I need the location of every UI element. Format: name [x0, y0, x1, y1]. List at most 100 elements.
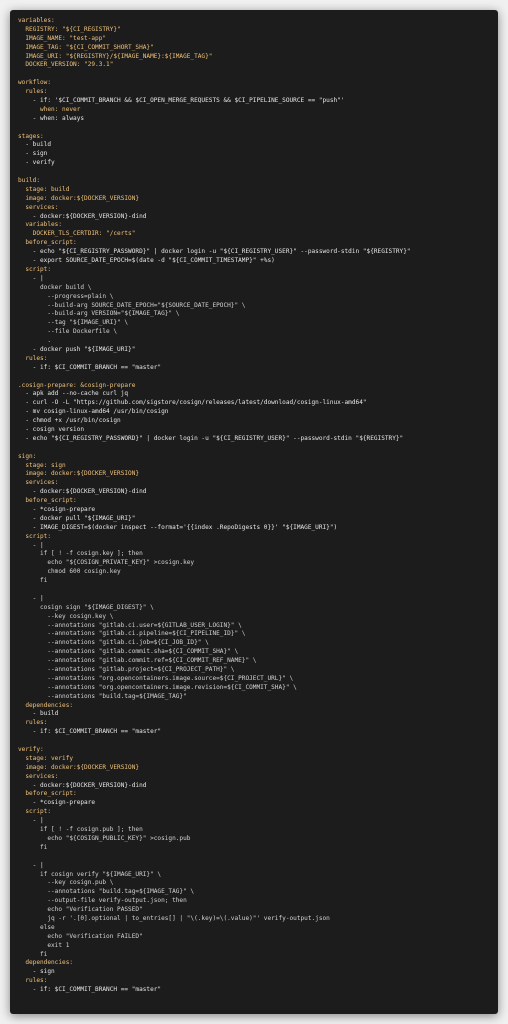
code-line: fi: [18, 950, 48, 958]
code-line: image: docker:${DOCKER_VERSION}: [18, 194, 140, 202]
code-line: image: docker:${DOCKER_VERSION}: [18, 763, 140, 771]
code-line: stage: build: [18, 185, 70, 193]
code-line: .cosign-prepare: &cosign-prepare: [18, 381, 136, 389]
code-line: echo "Verification FAILED": [18, 932, 143, 940]
code-line: --annotations "gitlab.commit.sha=${CI_CO…: [18, 648, 239, 656]
code-line: else: [18, 923, 55, 931]
code-line: before_script:: [18, 497, 77, 505]
code-line: --annotations "build.tag=${IMAGE_TAG}": [18, 692, 187, 700]
code-line: cosign sign "${IMAGE_DIGEST}" \: [18, 603, 154, 611]
code-line: fi: [18, 843, 48, 851]
code-line: - build: [18, 710, 59, 718]
code-line: - if: '$CI_COMMIT_BRANCH && $CI_OPEN_MER…: [18, 97, 345, 105]
code-line: script:: [18, 808, 52, 816]
code-line: rules:: [18, 719, 48, 727]
code-line: IMAGE_URI: "${REGISTRY}/${IMAGE_NAME}:${…: [18, 52, 213, 60]
code-line: .: [18, 337, 52, 345]
code-line: - |: [18, 541, 44, 549]
code-line: --output-file verify-output.json; then: [18, 897, 187, 905]
code-line: build:: [18, 177, 41, 185]
code-line: --annotations "org.opencontainers.image.…: [18, 674, 294, 682]
code-line: - docker:${DOCKER_VERSION}-dind: [18, 488, 147, 496]
code-line: services:: [18, 479, 59, 487]
code-line: script:: [18, 265, 52, 273]
code-line: if [ ! -f cosign.key ]; then: [18, 550, 143, 558]
code-line: --annotations "gitlab.ci.pipeline=${CI_P…: [18, 630, 246, 638]
code-line: - docker:${DOCKER_VERSION}-dind: [18, 212, 147, 220]
code-line: stages:: [18, 132, 44, 140]
code-line: - echo "${CI_REGISTRY_PASSWORD}" | docke…: [18, 434, 404, 442]
code-line: - |: [18, 861, 44, 869]
code-line: - if: $CI_COMMIT_BRANCH == "master": [18, 363, 162, 371]
code-line: exit 1: [18, 941, 70, 949]
code-line: --key cosign.key \: [18, 612, 114, 620]
code-line: - export SOURCE_DATE_EPOCH=$(date -d "${…: [18, 257, 275, 265]
code-line: stage: sign: [18, 461, 66, 469]
code-line: services:: [18, 772, 59, 780]
code-line: sign:: [18, 452, 37, 460]
code-line: if [ ! -f cosign.pub ]; then: [18, 826, 143, 834]
code-line: - verify: [18, 159, 55, 167]
code-line: - sign: [18, 968, 55, 976]
code-line: - IMAGE_DIGEST=$(docker inspect --format…: [18, 523, 338, 531]
code-line: - echo "${CI_REGISTRY_PASSWORD}" | docke…: [18, 248, 411, 256]
code-line: --build-arg SOURCE_DATE_EPOCH="${SOURCE_…: [18, 301, 246, 309]
code-line: services:: [18, 203, 59, 211]
code-line: echo "Verification PASSED": [18, 906, 143, 914]
code-line: - curl -O -L "https://github.com/sigstor…: [18, 399, 367, 407]
code-line: --tag "${IMAGE_URI}" \: [18, 319, 129, 327]
code-line: IMAGE_NAME: "test-app": [18, 34, 107, 42]
code-line: echo "${COSIGN_PRIVATE_KEY}" >cosign.key: [18, 559, 195, 567]
code-line: DOCKER_TLS_CERTDIR: "/certs": [18, 230, 136, 238]
code-line: before_script:: [18, 239, 77, 247]
code-line: --annotations "gitlab.ci.user=${GITLAB_U…: [18, 621, 242, 629]
code-line: - chmod +x /usr/bin/cosign: [18, 417, 121, 425]
code-line: echo "${COSIGN_PUBLIC_KEY}" >cosign.pub: [18, 834, 191, 842]
code-line: variables:: [18, 17, 55, 24]
code-line: rules:: [18, 977, 48, 985]
code-text-area[interactable]: variables: REGISTRY: "${CI_REGISTRY}" IM…: [18, 17, 498, 995]
code-line: - build: [18, 141, 52, 149]
code-line: - |: [18, 817, 44, 825]
code-line: verify:: [18, 746, 44, 754]
code-line: --annotations "gitlab.ci.job=${CI_JOB_ID…: [18, 639, 209, 647]
code-line: jq -r '.[0].optional | to_entries[] | "\…: [18, 914, 330, 922]
code-line: - |: [18, 274, 44, 282]
code-line: - sign: [18, 150, 48, 158]
code-line: chmod 600 cosign.key: [18, 568, 121, 576]
code-line: when: never: [18, 105, 81, 113]
code-line: - if: $CI_COMMIT_BRANCH == "master": [18, 986, 162, 994]
code-line: REGISTRY: "${CI_REGISTRY}": [18, 25, 121, 33]
code-line: dependencies:: [18, 701, 74, 709]
code-line: --progress=plain \: [18, 292, 114, 300]
code-line: --file Dockerfile \: [18, 328, 118, 336]
code-line: --annotations "org.opencontainers.image.…: [18, 683, 297, 691]
code-line: docker build \: [18, 283, 92, 291]
code-line: - *cosign-prepare: [18, 505, 96, 513]
code-line: --key cosign.pub \: [18, 879, 114, 887]
code-line: - |: [18, 594, 44, 602]
code-line: --annotations "build.tag=${IMAGE_TAG}" \: [18, 888, 195, 896]
code-line: - *cosign-prepare: [18, 799, 96, 807]
code-line: stage: verify: [18, 754, 74, 762]
code-line: --build-arg VERSION="${IMAGE_TAG}" \: [18, 310, 180, 318]
code-line: - docker:${DOCKER_VERSION}-dind: [18, 781, 147, 789]
code-line: variables:: [18, 221, 63, 229]
code-line: fi: [18, 577, 48, 585]
code-line: if cosign verify "${IMAGE_URI}" \: [18, 870, 162, 878]
code-line: script:: [18, 532, 52, 540]
code-line: before_script:: [18, 790, 77, 798]
code-line: - apk add --no-cache curl jq: [18, 390, 129, 398]
code-line: - mv cosign-linux-amd64 /usr/bin/cosign: [18, 408, 169, 416]
code-line: dependencies:: [18, 959, 74, 967]
code-line: DOCKER_VERSION: "29.3.1": [18, 61, 114, 69]
code-line: - when: always: [18, 114, 85, 122]
code-line: --annotations "gitlab.project=${CI_PROJE…: [18, 666, 235, 674]
code-line: - docker push "${IMAGE_URI}": [18, 345, 136, 353]
code-editor-window: variables: REGISTRY: "${CI_REGISTRY}" IM…: [10, 10, 498, 1014]
